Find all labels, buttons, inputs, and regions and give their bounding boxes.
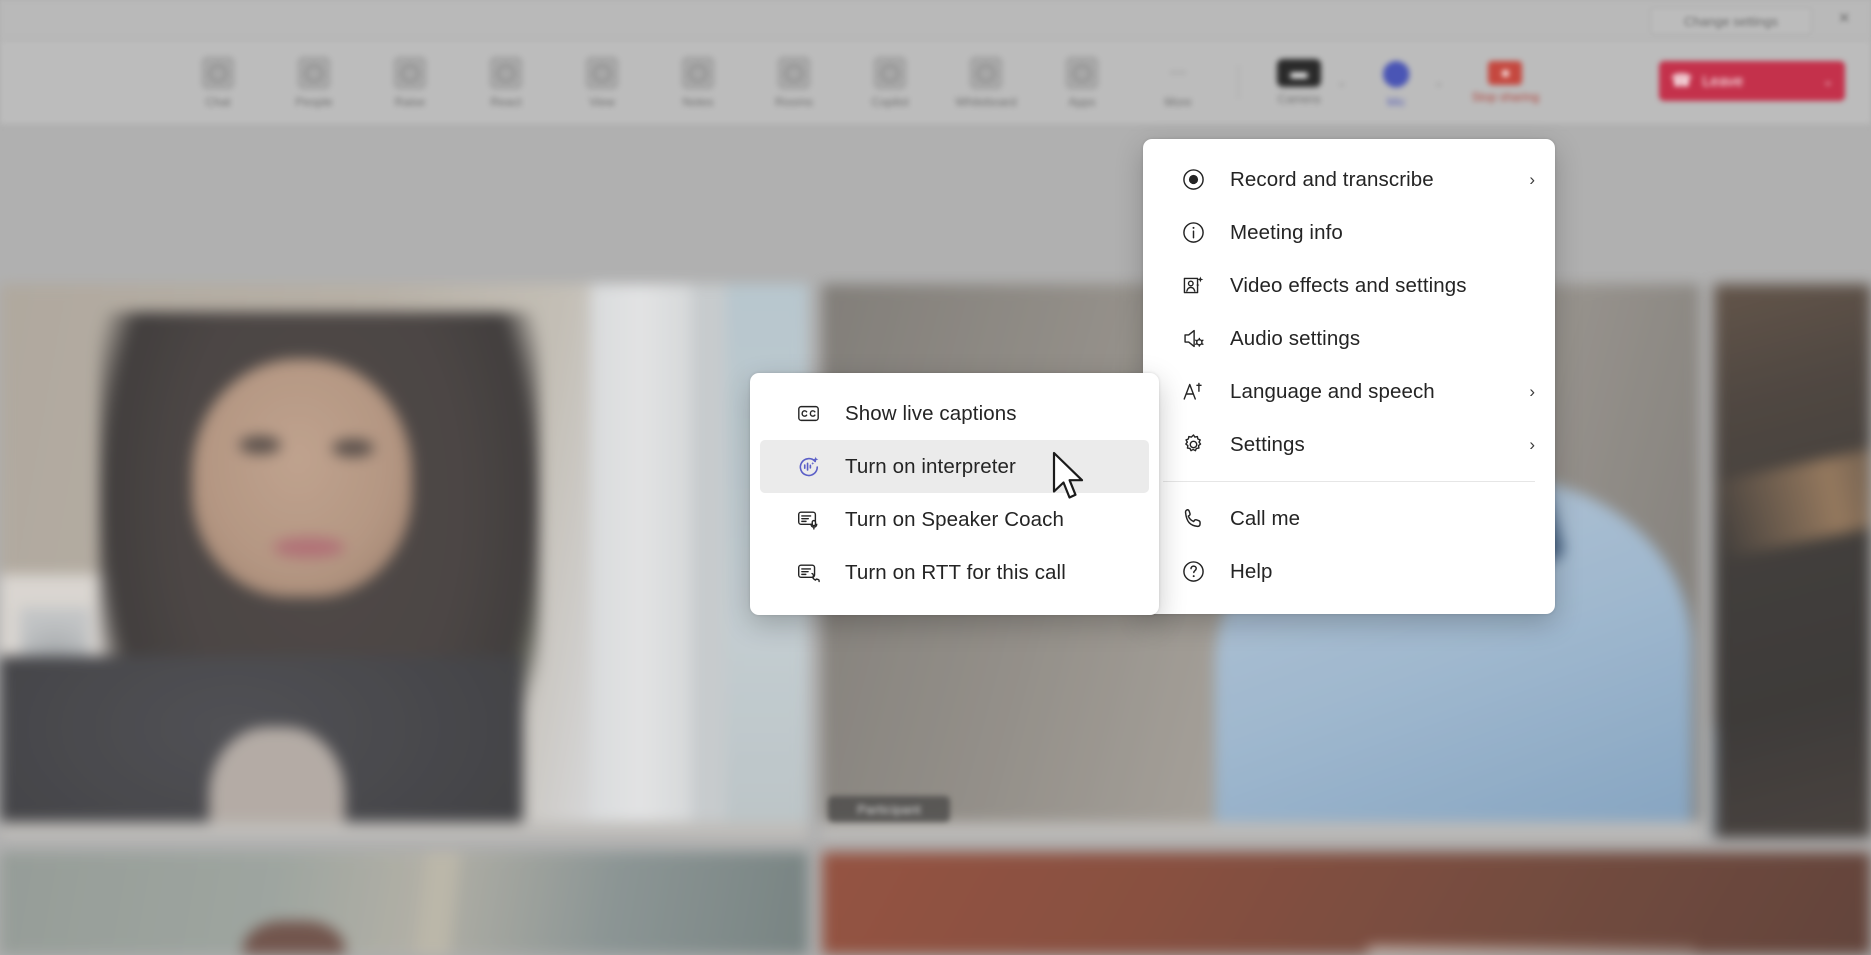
rtt-icon <box>794 558 823 587</box>
submenu-item-turn-on-rtt[interactable]: Turn on RTT for this call <box>760 546 1149 599</box>
leave-label: Leave <box>1702 72 1744 90</box>
toolbar-label-view: View <box>589 94 615 109</box>
menu-item-help[interactable]: Help <box>1143 545 1555 598</box>
toolbar-button-stop-sharing[interactable]: ■ Stop sharing <box>1445 40 1565 124</box>
submenu-label-show-live-captions: Show live captions <box>845 401 1017 425</box>
closed-captions-icon <box>794 399 823 428</box>
toolbar-divider <box>1238 65 1239 99</box>
menu-item-video-effects-and-settings[interactable]: Video effects and settings <box>1143 259 1555 312</box>
toolbar-button-rooms[interactable]: ◯ Rooms <box>746 40 842 124</box>
toolbar-button-copilot[interactable]: ◯ Copilot <box>842 40 938 124</box>
menu-item-settings[interactable]: Settings › <box>1143 418 1555 471</box>
copilot-icon: ◯ <box>873 55 907 90</box>
gear-icon <box>1179 430 1208 459</box>
chevron-right-icon: › <box>1529 382 1535 401</box>
hang-up-icon: ☎ <box>1671 71 1693 90</box>
phone-icon <box>1179 504 1208 533</box>
toolbar-button-raise[interactable]: ◯ Raise <box>362 40 458 124</box>
toolbar-button-react[interactable]: ◯ React <box>458 40 554 124</box>
menu-item-language-and-speech[interactable]: Language and speech › <box>1143 365 1555 418</box>
submenu-item-turn-on-speaker-coach[interactable]: Turn on Speaker Coach <box>760 493 1149 546</box>
menu-label-record-and-transcribe: Record and transcribe <box>1230 167 1434 191</box>
video-effects-icon <box>1179 271 1208 300</box>
apps-icon: ◯ <box>1065 55 1099 90</box>
menu-label-meeting-info: Meeting info <box>1230 220 1343 244</box>
toolbar-button-whiteboard[interactable]: ◯ Whiteboard <box>938 40 1034 124</box>
toolbar-button-view[interactable]: ◯ View <box>554 40 650 124</box>
toolbar-button-notes[interactable]: ◯ Notes <box>650 40 746 124</box>
toolbar-label-notes: Notes <box>682 94 714 109</box>
record-icon <box>1179 165 1208 194</box>
menu-label-video-effects-and-settings: Video effects and settings <box>1230 273 1467 297</box>
menu-divider <box>1163 481 1535 482</box>
toolbar-button-camera[interactable]: ▬ Camera <box>1251 40 1347 124</box>
toolbar-label-raise: Raise <box>394 94 426 109</box>
menu-label-settings: Settings <box>1230 432 1305 456</box>
toolbar-button-more[interactable]: ⋯ More <box>1130 40 1226 124</box>
camera-chevron-down-icon[interactable]: ⌄ <box>1337 76 1346 89</box>
menu-item-call-me[interactable]: Call me <box>1143 492 1555 545</box>
language-speech-icon <box>1179 377 1208 406</box>
toolbar-button-chat[interactable]: ◯ Chat <box>170 40 266 124</box>
change-settings-button[interactable]: Change settings <box>1650 7 1812 35</box>
toolbar-items: ◯ Chat ◯ People ◯ Raise ◯ React ◯ View ◯… <box>170 40 1565 124</box>
toolbar-label-people: People <box>295 94 333 109</box>
toolbar-label-stop-sharing: Stop sharing <box>1471 89 1540 104</box>
leave-button[interactable]: ☎ Leave ⌄ <box>1659 61 1845 101</box>
rooms-icon: ◯ <box>777 55 811 90</box>
meeting-toolbar: ◯ Chat ◯ People ◯ Raise ◯ React ◯ View ◯… <box>0 40 1871 124</box>
more-options-menu: Record and transcribe › Meeting info Vid… <box>1143 139 1555 614</box>
mouse-cursor <box>1052 451 1084 499</box>
toolbar-label-react: React <box>490 94 522 109</box>
chat-icon: ◯ <box>201 55 235 90</box>
menu-label-help: Help <box>1230 559 1273 583</box>
toolbar-label-rooms: Rooms <box>774 94 813 109</box>
speaker-coach-icon <box>794 505 823 534</box>
submenu-label-turn-on-interpreter: Turn on interpreter <box>845 454 1016 478</box>
change-settings-label: Change settings <box>1684 13 1778 29</box>
interpreter-icon <box>794 452 823 481</box>
people-icon: ◯ <box>297 55 331 90</box>
toolbar-label-chat: Chat <box>205 94 231 109</box>
menu-label-audio-settings: Audio settings <box>1230 326 1361 350</box>
window-top-bar: Change settings ✕ <box>0 0 1871 40</box>
submenu-label-turn-on-speaker-coach: Turn on Speaker Coach <box>845 507 1064 531</box>
submenu-item-show-live-captions[interactable]: Show live captions <box>760 387 1149 440</box>
toolbar-label-whiteboard: Whiteboard <box>955 94 1017 109</box>
raise-hand-icon: ◯ <box>393 55 427 90</box>
chevron-right-icon: › <box>1529 435 1535 454</box>
toolbar-label-apps: Apps <box>1068 94 1096 109</box>
view-icon: ◯ <box>585 55 619 90</box>
menu-item-audio-settings[interactable]: Audio settings <box>1143 312 1555 365</box>
stop-sharing-icon: ■ <box>1488 60 1523 85</box>
submenu-label-turn-on-rtt: Turn on RTT for this call <box>845 560 1066 584</box>
leave-chevron-down-icon[interactable]: ⌄ <box>1823 74 1833 88</box>
more-icon: ⋯ <box>1169 62 1187 82</box>
react-icon: ◯ <box>489 55 523 90</box>
submenu-item-turn-on-interpreter[interactable]: Turn on interpreter <box>760 440 1149 493</box>
toolbar-label-mic: Mic <box>1386 94 1406 109</box>
toolbar-label-camera: Camera <box>1277 91 1321 106</box>
chevron-right-icon: › <box>1529 170 1535 189</box>
toolbar-button-mic[interactable]: ⬤ Mic <box>1348 40 1444 124</box>
microphone-icon: ⬤ <box>1381 57 1411 87</box>
toolbar-label-more: More <box>1164 94 1192 109</box>
toolbar-button-apps[interactable]: ◯ Apps <box>1034 40 1130 124</box>
close-icon[interactable]: ✕ <box>1838 9 1851 27</box>
whiteboard-icon: ◯ <box>969 55 1003 90</box>
menu-label-call-me: Call me <box>1230 506 1301 530</box>
menu-item-record-and-transcribe[interactable]: Record and transcribe › <box>1143 153 1555 206</box>
notes-icon: ◯ <box>681 55 715 90</box>
help-icon <box>1179 557 1208 586</box>
camera-icon: ▬ <box>1277 58 1321 87</box>
menu-label-language-and-speech: Language and speech <box>1230 379 1435 403</box>
info-icon <box>1179 218 1208 247</box>
toolbar-button-people[interactable]: ◯ People <box>266 40 362 124</box>
mic-chevron-down-icon[interactable]: ⌄ <box>1434 76 1443 89</box>
menu-item-meeting-info[interactable]: Meeting info <box>1143 206 1555 259</box>
toolbar-label-copilot: Copilot <box>871 94 909 109</box>
language-and-speech-submenu: Show live captions Turn on interpreter T… <box>750 373 1159 615</box>
audio-settings-icon <box>1179 324 1208 353</box>
